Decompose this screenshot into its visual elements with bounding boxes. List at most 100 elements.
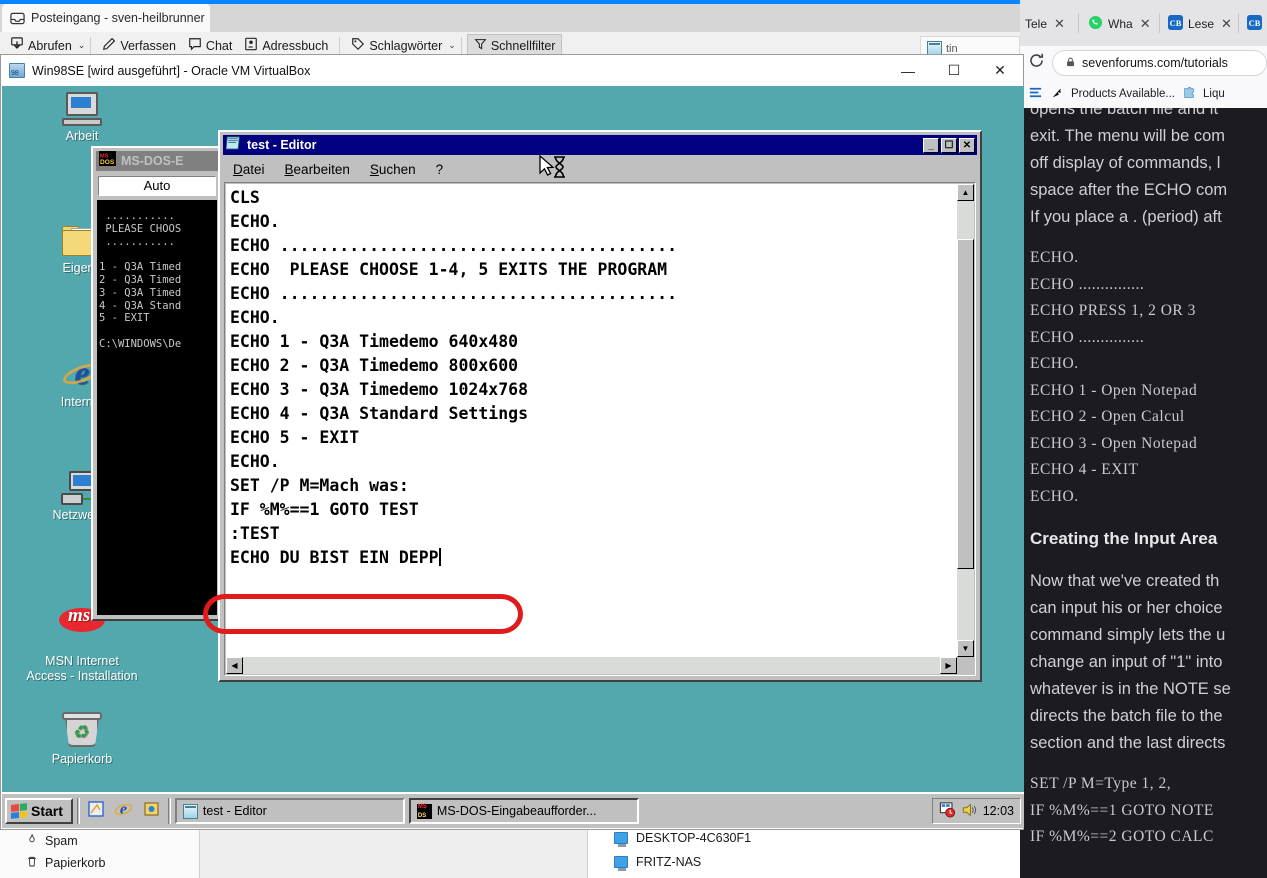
start-button[interactable]: Start xyxy=(5,798,73,824)
taskbar-button-label: test - Editor xyxy=(202,804,267,818)
horizontal-scrollbar[interactable]: ◀ ▶ xyxy=(226,657,957,674)
quick-filter-label: Schnellfilter xyxy=(490,39,556,53)
puzzle-icon xyxy=(1182,86,1196,103)
browser-tab-d[interactable]: CB D xyxy=(1244,8,1267,40)
get-messages-dropdown-icon[interactable]: ⌄ xyxy=(78,40,86,51)
close-icon[interactable]: ✕ xyxy=(1140,16,1151,32)
vertical-scroll-thumb[interactable] xyxy=(957,239,974,569)
channels-icon xyxy=(143,800,161,823)
page-code-line: ECHO 3 - Open Notepad xyxy=(1030,434,1198,452)
tags-label: Schlagwörter xyxy=(369,38,443,53)
browser-tab-lesen[interactable]: CB Lese ✕ xyxy=(1165,8,1235,40)
bookmark-arrow-icon xyxy=(1050,86,1064,103)
tags-dropdown-icon[interactable]: ⌄ xyxy=(448,40,456,51)
tag-icon xyxy=(351,37,365,54)
taskbar-button-msdos[interactable]: MS-DOS-Eingabeaufforder... xyxy=(408,798,639,824)
speaker-icon[interactable] xyxy=(961,802,978,821)
notepad-text-area[interactable]: CLS ECHO. ECHO .........................… xyxy=(224,182,976,676)
page-paragraph: exit. The menu will be com xyxy=(1030,127,1226,145)
reload-icon[interactable] xyxy=(1028,52,1045,74)
win98-vm-icon xyxy=(9,63,25,78)
quicklaunch-channels[interactable] xyxy=(140,799,164,823)
maximize-button[interactable]: ☐ xyxy=(931,55,977,86)
svg-text:DOS: DOS xyxy=(100,159,115,166)
svg-text:e: e xyxy=(120,801,127,818)
taskbar-clock[interactable]: 12:03 xyxy=(983,804,1014,818)
browser-tab-label: Wha xyxy=(1108,17,1133,31)
system-tray: 12:03 xyxy=(931,798,1021,824)
windows-flag-icon xyxy=(11,803,27,819)
font-size-combo[interactable]: Auto xyxy=(98,175,216,196)
folder-item-spam[interactable]: Spam xyxy=(26,830,199,852)
thunderbird-message-pane: DESKTOP-4C630F1 FRITZ-NAS xyxy=(588,826,1020,878)
minimize-button[interactable]: _ xyxy=(923,137,939,153)
minimize-button[interactable]: — xyxy=(885,55,931,86)
notepad-title-text: test - Editor xyxy=(247,138,317,152)
desktop-icon-label: MSN Internet Access - Installation xyxy=(26,654,138,683)
ms-dos-toolbar: Auto xyxy=(96,173,218,198)
ms-dos-title-text: MS-DOS-E xyxy=(121,154,184,168)
bookmark-label-products[interactable]: Products Available... xyxy=(1071,88,1175,100)
browser-tab-telegram[interactable]: Tele ✕ xyxy=(1020,8,1068,40)
firefox-window: Tele ✕ Wha ✕ CB Lese ✕ CB D sevenforums.… xyxy=(1020,0,1267,878)
cb-icon: CB xyxy=(1168,15,1183,33)
notepad-content[interactable]: CLS ECHO. ECHO .........................… xyxy=(226,184,957,657)
notepad-window[interactable]: test - Editor _ ☐ ✕ Datei Bearbeiten Suc… xyxy=(218,130,982,682)
quicklaunch-show-desktop[interactable] xyxy=(84,799,108,823)
browser-tab-label: Lese xyxy=(1188,17,1215,31)
thunderbird-tab-inbox[interactable]: Posteingang - sven-heilbrunner xyxy=(2,4,210,32)
page-spacer xyxy=(1030,554,1267,568)
whatsapp-icon xyxy=(1088,15,1103,33)
maximize-button[interactable]: ☐ xyxy=(941,137,957,153)
inbox-icon xyxy=(10,11,25,26)
get-messages-label: Abrufen xyxy=(28,38,72,53)
trash-icon xyxy=(26,855,38,871)
computer-icon xyxy=(614,832,628,847)
ms-dos-titlebar[interactable]: MS DOS MS-DOS-E xyxy=(96,151,218,171)
scroll-left-arrow-icon[interactable]: ◀ xyxy=(226,657,243,674)
taskbar-button-notepad[interactable]: test - Editor xyxy=(174,798,405,824)
menu-item-datei[interactable]: Datei xyxy=(233,162,265,177)
scroll-up-arrow-icon[interactable]: ▲ xyxy=(957,184,974,201)
network-item-label: DESKTOP-4C630F1 xyxy=(636,831,752,845)
task-scheduler-icon[interactable] xyxy=(939,801,956,821)
page-code-line: IF %M%==1 GOTO NOTE xyxy=(1030,801,1214,819)
ms-dos-icon: MS DOS xyxy=(99,151,116,171)
tab-separator-3 xyxy=(1238,13,1239,33)
scroll-right-arrow-icon[interactable]: ▶ xyxy=(940,657,957,674)
notepad-icon xyxy=(225,135,242,155)
menu-item-help[interactable]: ? xyxy=(436,162,444,177)
vertical-scrollbar[interactable]: ▲ ▼ xyxy=(957,184,974,657)
thunderbird-message-list-pane xyxy=(200,826,588,878)
browser-tab-whatsapp[interactable]: Wha ✕ xyxy=(1085,8,1154,40)
scroll-down-arrow-icon[interactable]: ▼ xyxy=(957,640,974,657)
page-spacer xyxy=(1030,510,1267,524)
desktop-icon-label: Papierkorb xyxy=(51,752,113,766)
firefox-navigation-bar: sevenforums.com/tutorials xyxy=(1020,46,1267,80)
write-label: Verfassen xyxy=(120,38,176,53)
desktop-icon-recycle-bin[interactable]: ♻ Papierkorb xyxy=(2,711,162,767)
close-icon[interactable]: ✕ xyxy=(1221,16,1232,32)
close-icon[interactable]: ✕ xyxy=(1054,16,1065,32)
network-item-fritznas[interactable]: FRITZ-NAS xyxy=(588,850,1020,874)
close-button[interactable]: ✕ xyxy=(959,137,975,153)
page-paragraph: directs the batch file to the xyxy=(1030,707,1223,725)
ms-dos-window[interactable]: MS DOS MS-DOS-E Auto ........... PLEASE C… xyxy=(91,146,223,621)
menu-item-bearbeiten[interactable]: Bearbeiten xyxy=(285,162,350,177)
close-button[interactable]: ✕ xyxy=(977,55,1023,86)
hamburger-icon[interactable] xyxy=(1028,85,1043,103)
toolbar-separator-1 xyxy=(90,36,92,55)
url-bar[interactable]: sevenforums.com/tutorials xyxy=(1052,50,1267,76)
guest-screen[interactable]: Arbeit Eigene e Internet Netzwerku ms MS… xyxy=(2,86,1024,828)
notepad-titlebar[interactable]: test - Editor _ ☐ ✕ xyxy=(223,135,977,155)
menu-item-suchen[interactable]: Suchen xyxy=(370,162,416,177)
address-book-label: Adressbuch xyxy=(262,38,329,53)
bookmark-label-liqu[interactable]: Liqu xyxy=(1203,88,1225,100)
folder-item-trash[interactable]: Papierkorb xyxy=(26,852,199,874)
chat-label: Chat xyxy=(205,38,233,53)
desktop-icon-my-computer[interactable]: Arbeit xyxy=(2,92,162,144)
page-paragraph: section and the last directs xyxy=(1030,734,1226,752)
quicklaunch-internet-explorer[interactable]: e xyxy=(112,799,136,823)
page-heading: Creating the Input Area xyxy=(1030,529,1218,548)
folder-label: Spam xyxy=(45,834,78,848)
